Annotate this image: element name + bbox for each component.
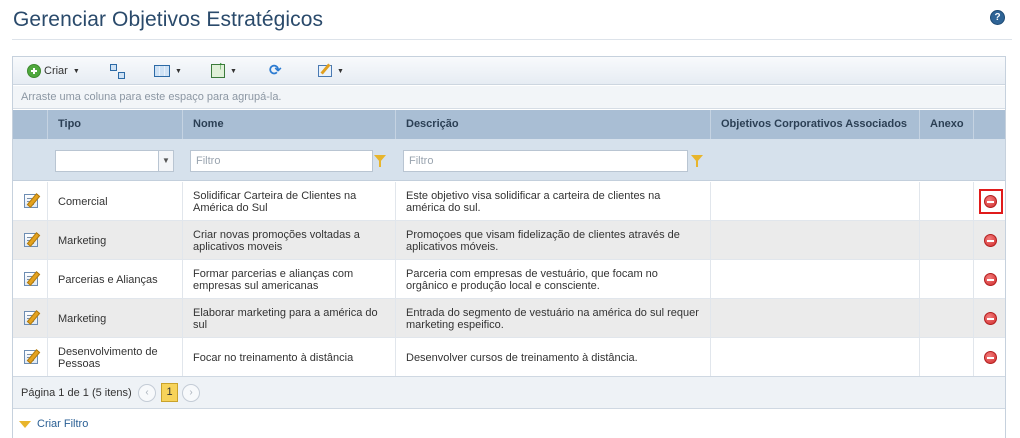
- tipo-filter-select[interactable]: [55, 150, 174, 172]
- cell-descricao: Desenvolver cursos de treinamento à dist…: [395, 338, 710, 377]
- cell-descricao: Parceria com empresas de vestuário, que …: [395, 260, 710, 299]
- table-row[interactable]: Comercial Solidificar Carteira de Client…: [13, 182, 1005, 221]
- page-1-button[interactable]: 1: [161, 383, 178, 402]
- edit-mode-button[interactable]: ▼: [318, 62, 344, 80]
- group-by-area[interactable]: Arraste uma coluna para este espaço para…: [13, 86, 1005, 109]
- pager-summary: Página 1 de 1 (5 itens): [21, 387, 132, 399]
- edit-cell: [13, 221, 47, 260]
- filter-icon: [19, 420, 31, 428]
- edit-icon[interactable]: [24, 272, 38, 286]
- cell-tipo: Parcerias e Alianças: [47, 260, 182, 299]
- delete-icon[interactable]: [984, 195, 997, 208]
- table-row[interactable]: Marketing Elaborar marketing para a amér…: [13, 299, 1005, 338]
- cell-descricao: Este objetivo visa solidificar a carteir…: [395, 182, 710, 221]
- chevron-down-icon[interactable]: ▼: [158, 150, 174, 172]
- header-nome[interactable]: Nome: [182, 110, 395, 139]
- cell-anexo: [919, 182, 973, 221]
- table-row[interactable]: Parcerias e Alianças Formar parcerias e …: [13, 260, 1005, 299]
- export-icon: [211, 60, 225, 78]
- hierarchy-icon: [110, 64, 125, 79]
- refresh-icon: ⟳: [269, 62, 282, 79]
- cell-objetivos: [710, 338, 919, 377]
- edit-icon[interactable]: [24, 311, 38, 325]
- cell-tipo: Comercial: [47, 182, 182, 221]
- grid-footer: Criar Filtro: [13, 410, 1005, 438]
- export-button[interactable]: ▼: [211, 60, 237, 80]
- edit-cell: [13, 338, 47, 377]
- chevron-down-icon: ▼: [175, 67, 182, 75]
- cell-anexo: [919, 299, 973, 338]
- refresh-button[interactable]: ⟳: [269, 62, 283, 80]
- descricao-filter-input[interactable]: Filtro: [403, 150, 688, 172]
- help-icon[interactable]: ?: [990, 10, 1005, 25]
- edit-icon[interactable]: [24, 350, 38, 364]
- columns-button[interactable]: ▼: [154, 62, 182, 80]
- header-tipo[interactable]: Tipo: [47, 110, 182, 139]
- cell-anexo: [919, 221, 973, 260]
- page-title: Gerenciar Objetivos Estratégicos: [13, 8, 324, 31]
- delete-icon[interactable]: [984, 312, 997, 325]
- header-anexo[interactable]: Anexo: [919, 110, 973, 139]
- objectives-grid: Criar ▼ ▼ ▼ ⟳ ▼ Arraste uma coluna para …: [12, 56, 1006, 438]
- cell-nome: Criar novas promoções voltadas a aplicat…: [182, 221, 395, 260]
- hierarchy-button[interactable]: [110, 62, 125, 80]
- delete-icon[interactable]: [984, 351, 997, 364]
- edit-cell: [13, 299, 47, 338]
- edit-icon[interactable]: [24, 194, 38, 208]
- cell-nome: Formar parcerias e alianças com empresas…: [182, 260, 395, 299]
- cell-descricao: Entrada do segmento de vestuário na amér…: [395, 299, 710, 338]
- chevron-down-icon: ▼: [337, 67, 344, 75]
- create-filter-label: Criar Filtro: [37, 418, 89, 430]
- next-page-button[interactable]: ›: [182, 384, 200, 402]
- pager: Página 1 de 1 (5 itens) ‹ 1 ›: [13, 376, 1005, 409]
- filter-icon[interactable]: [691, 155, 703, 167]
- plus-icon: [27, 64, 41, 78]
- edit-icon: [318, 65, 332, 77]
- nome-filter-input[interactable]: Filtro: [190, 150, 373, 172]
- delete-icon[interactable]: [984, 273, 997, 286]
- grid-toolbar: Criar ▼ ▼ ▼ ⟳ ▼: [13, 57, 1005, 85]
- edit-icon[interactable]: [24, 233, 38, 247]
- cell-anexo: [919, 338, 973, 377]
- filter-row: ▼ Filtro Filtro: [13, 139, 1005, 181]
- cell-anexo: [919, 260, 973, 299]
- edit-cell: [13, 260, 47, 299]
- cell-descricao: Promoçoes que visam fidelização de clien…: [395, 221, 710, 260]
- cell-objetivos: [710, 299, 919, 338]
- cell-tipo: Marketing: [47, 299, 182, 338]
- cell-nome: Solidificar Carteira de Clientes na Amér…: [182, 182, 395, 221]
- cell-nome: Focar no treinamento à distância: [182, 338, 395, 377]
- prev-page-button[interactable]: ‹: [138, 384, 156, 402]
- header-edit: [13, 110, 47, 139]
- chevron-down-icon: ▼: [72, 67, 80, 75]
- create-button[interactable]: Criar ▼: [27, 62, 80, 80]
- edit-cell: [13, 182, 47, 221]
- chevron-down-icon: ▼: [230, 67, 237, 75]
- columns-icon: [154, 65, 170, 77]
- cell-objetivos: [710, 182, 919, 221]
- header-objetivos[interactable]: Objetivos Corporativos Associados: [710, 110, 919, 139]
- table-row[interactable]: Desenvolvimento de Pessoas Focar no trei…: [13, 338, 1005, 377]
- title-divider: [12, 39, 1012, 40]
- table-row[interactable]: Marketing Criar novas promoções voltadas…: [13, 221, 1005, 260]
- create-label: Criar: [44, 65, 68, 77]
- grid-header: Tipo Nome Descrição Objetivos Corporativ…: [13, 110, 1005, 139]
- delete-icon[interactable]: [984, 234, 997, 247]
- filter-icon[interactable]: [374, 155, 386, 167]
- cell-tipo: Desenvolvimento de Pessoas: [47, 338, 182, 377]
- cell-objetivos: [710, 221, 919, 260]
- cell-nome: Elaborar marketing para a américa do sul: [182, 299, 395, 338]
- header-delete: [973, 110, 1007, 139]
- create-filter-button[interactable]: Criar Filtro: [19, 418, 88, 430]
- cell-objetivos: [710, 260, 919, 299]
- header-descricao[interactable]: Descrição: [395, 110, 710, 139]
- cell-tipo: Marketing: [47, 221, 182, 260]
